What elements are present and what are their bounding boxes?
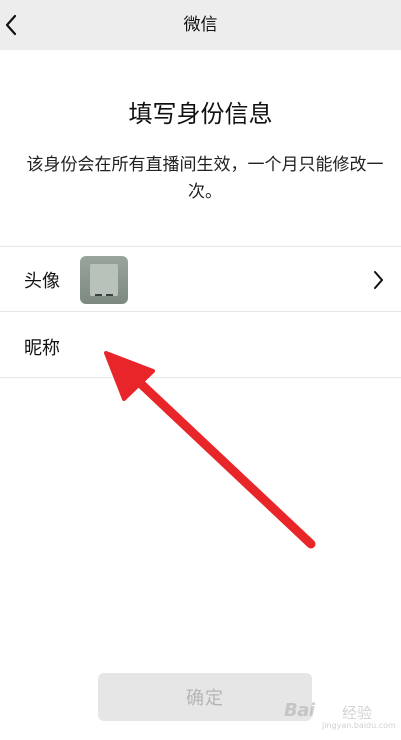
avatar[interactable] xyxy=(80,256,128,304)
avatar-label: 头像 xyxy=(24,271,60,292)
watermark-url: jingyan.baidu.com xyxy=(322,721,396,730)
confirm-button[interactable]: 确定 xyxy=(98,673,312,721)
watermark-brand: Bai xyxy=(284,700,315,721)
back-button[interactable] xyxy=(0,10,22,40)
divider xyxy=(0,377,401,378)
avatar-row[interactable]: 头像 xyxy=(0,247,401,311)
page-description: 该身份会在所有直播间生效，一个月只能修改一次。 xyxy=(26,155,384,202)
nickname-label: 昵称 xyxy=(24,338,60,359)
watermark: Bai 经验 jingyan.baidu.com xyxy=(284,692,396,732)
navigation-bar: 微信 xyxy=(0,0,401,50)
chevron-right-icon xyxy=(374,271,383,289)
nickname-row[interactable]: 昵称 xyxy=(0,312,401,376)
nickname-input[interactable] xyxy=(90,334,370,358)
avatar-image xyxy=(90,264,118,296)
nav-title: 微信 xyxy=(183,15,218,35)
avatar-detail xyxy=(106,294,113,296)
page-title: 填写身份信息 xyxy=(128,100,273,128)
avatar-detail xyxy=(95,294,102,296)
watermark-brand-cn: 经验 xyxy=(342,704,373,722)
chevron-left-icon xyxy=(5,14,17,36)
